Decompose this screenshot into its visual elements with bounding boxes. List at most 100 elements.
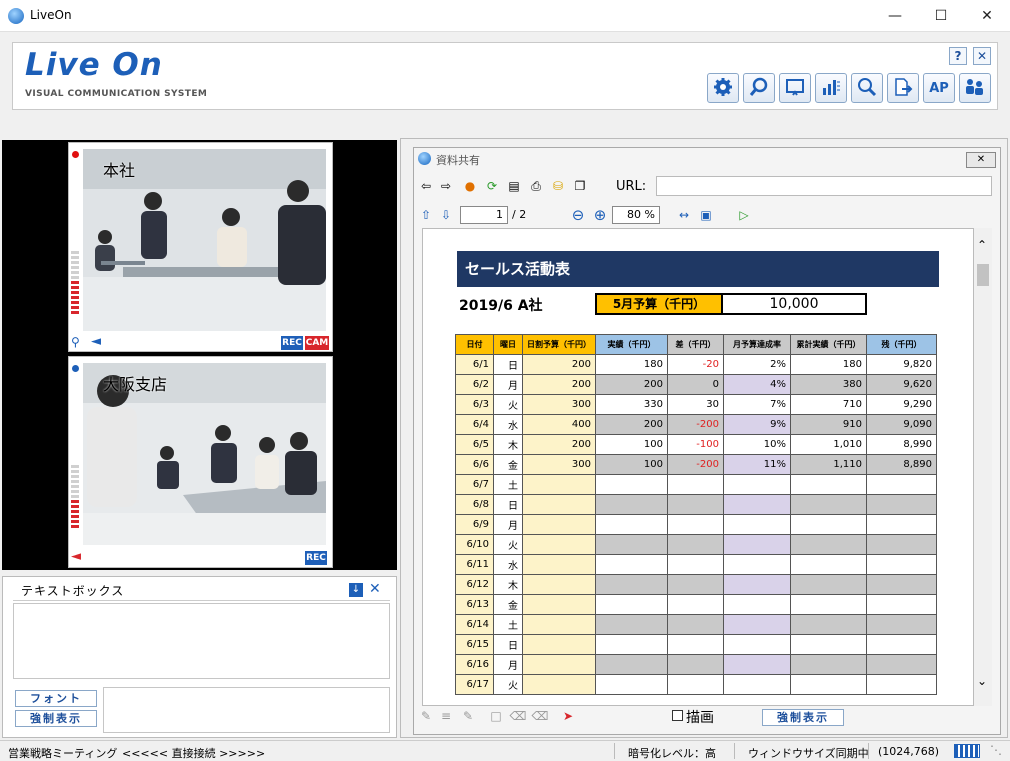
sync-page-icon[interactable]: ▷ (736, 207, 752, 223)
print-icon[interactable]: ⎙ (528, 178, 544, 194)
help-button[interactable]: ? (949, 47, 967, 65)
fit-page-icon[interactable]: ▣ (698, 207, 714, 223)
message-input[interactable] (103, 687, 390, 733)
resolution: (1024,768) (878, 745, 940, 758)
speaker-muted-icon[interactable]: ◄ (71, 549, 81, 564)
cell-diff: 0 (667, 374, 724, 395)
cell-cumulative (790, 494, 867, 515)
force-display-button[interactable]: 強制表示 (762, 709, 844, 726)
header-close-button[interactable]: ✕ (973, 47, 991, 65)
cell-actual (595, 574, 668, 595)
cell-actual (595, 514, 668, 535)
fit-width-icon[interactable]: ↔ (676, 207, 692, 223)
force-display-button[interactable]: 強制表示 (15, 710, 97, 727)
cell-date: 6/7 (455, 474, 494, 495)
participants-button[interactable] (959, 73, 991, 103)
users-icon (964, 77, 986, 100)
line-width-icon[interactable]: ≡ (438, 708, 454, 724)
scroll-down-icon[interactable]: ⌄ (977, 674, 987, 688)
table-row: 6/10 火 (455, 534, 937, 555)
chat-log (13, 603, 390, 679)
whiteboard-icon (785, 77, 805, 100)
zoom-out-icon[interactable]: ⊖ (570, 206, 586, 224)
back-icon[interactable]: ⇦ (418, 178, 434, 194)
document-page[interactable]: セールス活動表 2019/6 A社 5月予算（千円） 10,000 日付 曜日 … (422, 228, 974, 706)
scroll-thumb[interactable] (977, 264, 989, 286)
table-row: 6/9 月 (455, 514, 937, 535)
cell-remaining: 9,090 (866, 414, 937, 435)
maximize-button[interactable]: ☐ (918, 0, 964, 32)
page-down-icon[interactable]: ⇩ (438, 207, 454, 223)
cell-diff (667, 574, 724, 595)
cell-actual (595, 674, 668, 695)
cell-cumulative (790, 554, 867, 575)
speaker-icon[interactable]: ◄ (91, 334, 101, 349)
stop-icon[interactable]: ● (462, 178, 478, 194)
close-icon[interactable]: ✕ (369, 581, 381, 597)
microphone-icon[interactable]: ⚲ (71, 335, 80, 349)
cam-badge[interactable]: CAM (305, 336, 329, 350)
cell-daily-budget (522, 654, 596, 675)
scroll-up-icon[interactable]: ⌃ (977, 238, 987, 252)
cell-rate: 2% (723, 354, 791, 375)
url-input[interactable] (656, 176, 992, 196)
cell-cumulative: 910 (790, 414, 867, 435)
pointer-icon[interactable]: ➤ (560, 708, 576, 724)
ap-button[interactable]: AP (923, 73, 955, 103)
video-panel-honsha[interactable]: 本社 ⚲ ◄ REC CAM (68, 142, 333, 352)
refresh-icon[interactable]: ⟳ (484, 178, 500, 194)
cell-date: 6/14 (455, 614, 494, 635)
draw-checkbox[interactable] (672, 710, 683, 721)
cell-actual (595, 654, 668, 675)
marker-icon[interactable]: ✎ (460, 708, 476, 724)
eraser-icon[interactable]: ⌫ (510, 708, 527, 724)
statistics-button[interactable] (815, 73, 847, 103)
clear-icon[interactable]: ⌫ (532, 708, 549, 724)
cell-cumulative: 180 (790, 354, 867, 375)
header-actual: 実績（千円） (595, 334, 668, 355)
cell-weekday: 月 (493, 514, 523, 535)
cell-remaining: 8,890 (866, 454, 937, 475)
sales-table: 日付 曜日 日割予算（千円） 実績（千円） 差（千円） 月予算達成率 累計実績（… (455, 334, 937, 695)
cell-remaining (866, 634, 937, 655)
zoom-in-icon[interactable]: ⊕ (592, 206, 608, 224)
user-search-icon (857, 77, 877, 100)
cell-diff (667, 494, 724, 515)
cell-date: 6/17 (455, 674, 494, 695)
minimize-button[interactable]: — (872, 0, 918, 32)
close-window-button[interactable]: ✕ (964, 0, 1010, 32)
copy-icon[interactable]: ❐ (572, 178, 588, 194)
cell-daily-budget: 300 (522, 394, 596, 415)
window-title: LiveOn (30, 8, 72, 22)
pen-icon[interactable]: ✎ (418, 708, 434, 724)
settings-button[interactable] (707, 73, 739, 103)
zoom-input[interactable]: 80 % (612, 206, 660, 224)
vertical-scrollbar[interactable]: ⌃ ⌄ (974, 228, 992, 706)
page-up-icon[interactable]: ⇧ (418, 207, 434, 223)
cell-rate (723, 634, 791, 655)
cell-remaining: 8,990 (866, 434, 937, 455)
video-panel-osaka[interactable]: 大阪支店 ◄ REC (68, 356, 333, 568)
rec-badge[interactable]: REC (281, 336, 303, 350)
save-icon[interactable]: ▤ (506, 178, 522, 194)
open-folder-icon[interactable]: ⛁ (550, 178, 566, 194)
rec-badge[interactable]: REC (305, 551, 327, 565)
forward-icon[interactable]: ⇨ (438, 178, 454, 194)
whiteboard-button[interactable] (779, 73, 811, 103)
cell-diff (667, 554, 724, 575)
font-button[interactable]: フォント (15, 690, 97, 707)
video-area: 本社 ⚲ ◄ REC CAM 大阪支店 ◄ REC (2, 140, 397, 570)
search-button[interactable] (743, 73, 775, 103)
user-search-button[interactable] (851, 73, 883, 103)
file-transfer-button[interactable] (887, 73, 919, 103)
save-icon[interactable]: ↓ (349, 583, 363, 597)
header-remaining: 残（千円） (866, 334, 937, 355)
document-close-button[interactable]: ✕ (966, 152, 996, 168)
status-separator (614, 743, 615, 759)
header-daily-budget: 日割予算（千円） (522, 334, 596, 355)
page-icon[interactable]: □ (488, 708, 504, 724)
cell-rate: 7% (723, 394, 791, 415)
cell-actual: 200 (595, 374, 668, 395)
page-number-input[interactable]: 1 (460, 206, 508, 224)
cell-date: 6/5 (455, 434, 494, 455)
